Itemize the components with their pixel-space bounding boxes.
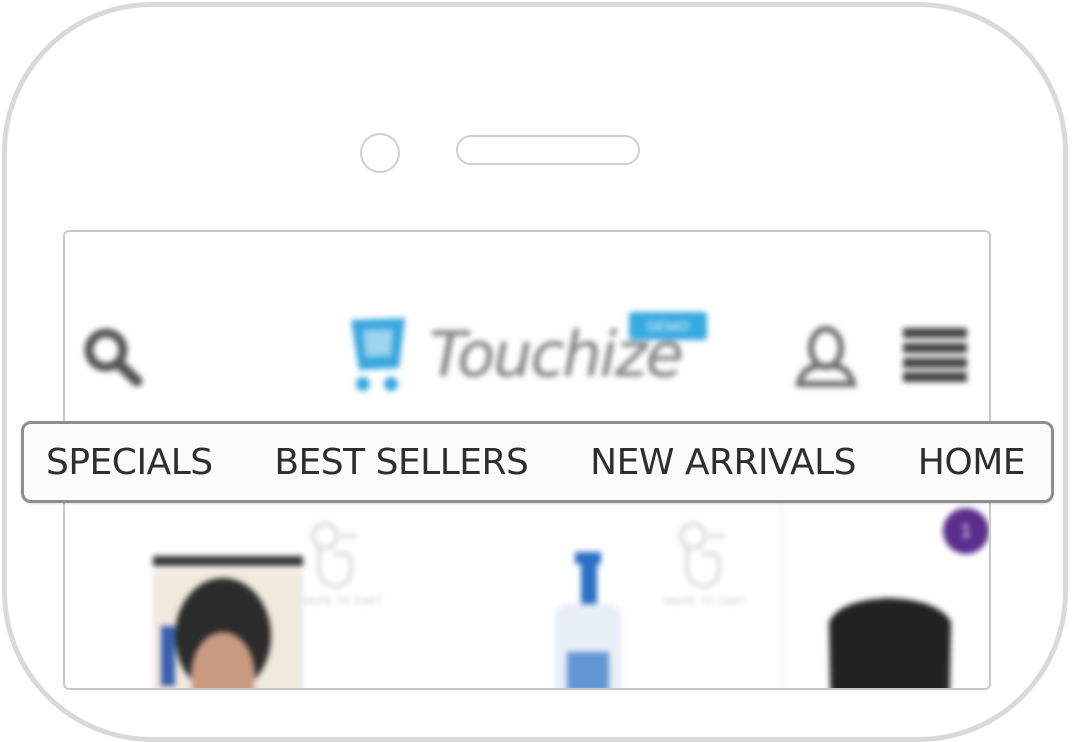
nav-item-new-arrivals[interactable]: NEW ARRIVALS	[590, 442, 856, 483]
search-button[interactable]	[79, 324, 149, 388]
product-image	[153, 556, 303, 688]
product-image	[829, 598, 951, 688]
nav-item-specials[interactable]: SPECIALS	[46, 442, 213, 483]
hamburger-menu-icon	[903, 328, 967, 382]
nav-item-best-sellers[interactable]: BEST SELLERS	[274, 442, 529, 483]
tap-hand-icon	[311, 522, 357, 588]
search-icon	[84, 328, 143, 387]
camera-icon	[360, 133, 400, 173]
product-image	[555, 552, 621, 688]
demo-badge-label: DEMO	[647, 318, 689, 334]
nav-item-home[interactable]: HOME	[918, 442, 1026, 483]
category-nav-bar: SPECIALS BEST SELLERS NEW ARRIVALS HOME	[21, 421, 1054, 503]
demo-badge: DEMO	[629, 312, 707, 340]
user-icon	[795, 326, 857, 387]
swipe-caption: SWIPE TO CART	[663, 596, 747, 606]
product-card[interactable]: SWIPE TO CART	[437, 522, 783, 688]
swipe-caption: SWIPE TO CART	[299, 596, 383, 606]
speaker-slot	[456, 135, 640, 165]
cart-count-badge: 1	[943, 508, 989, 554]
cart-icon	[351, 318, 405, 391]
store-logo[interactable]: Touchize DEMO	[347, 312, 709, 396]
tap-hand-icon	[679, 522, 725, 588]
menu-button[interactable]	[901, 326, 969, 384]
account-button[interactable]	[793, 324, 859, 390]
product-card[interactable]: SWIPE TO CART	[79, 522, 429, 688]
